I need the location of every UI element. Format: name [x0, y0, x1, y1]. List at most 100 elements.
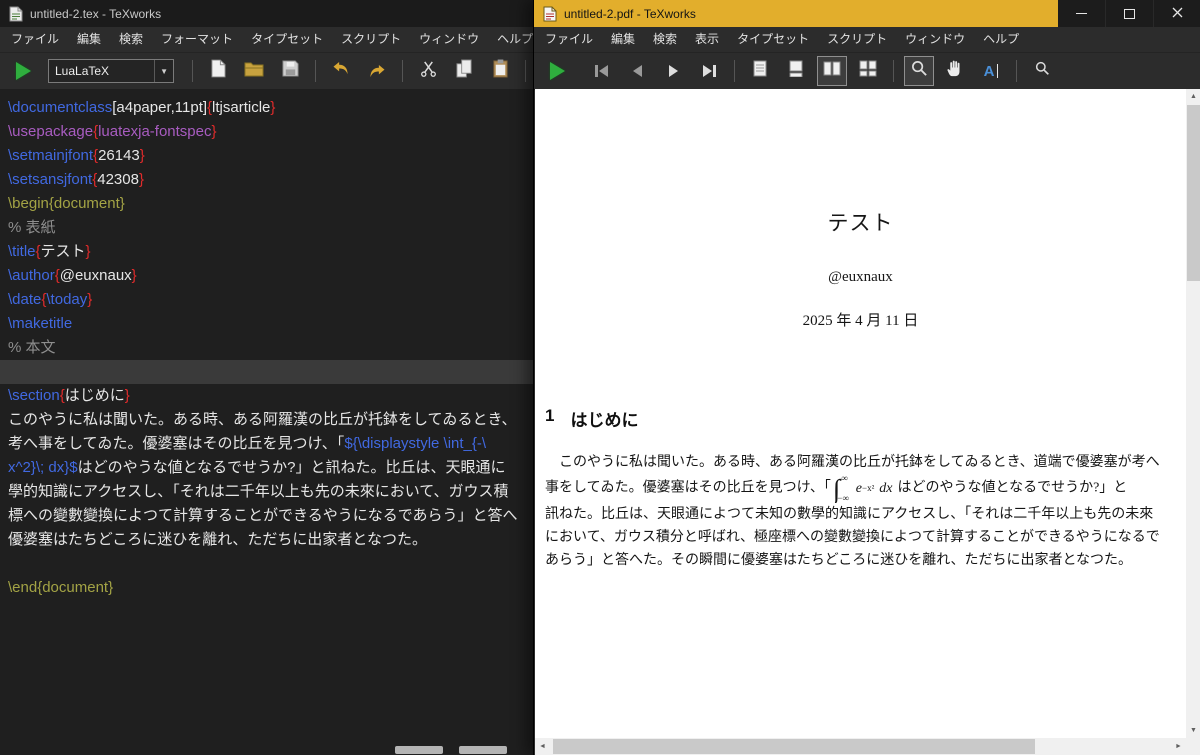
menu-item-0[interactable]: ファイル: [536, 27, 602, 52]
code-token: はどのやうな値となるでせうか?」と訊ねた。比丘は、天眼通に: [77, 459, 506, 476]
menu-item-2[interactable]: 検索: [644, 27, 686, 52]
paragraph-line: において、ガウス積分と呼ばれ、極座標への變數變換によつて計算することができるやう…: [545, 530, 1160, 545]
code-token: }: [270, 99, 276, 116]
paragraph-text: 事をしてゐた。優婆塞はその比丘を見つけ、「: [545, 480, 831, 496]
zoom-tool-button[interactable]: [904, 56, 934, 86]
code-token: }: [138, 171, 144, 188]
first-page-button[interactable]: [586, 56, 616, 86]
horizontal-scroll-thumb[interactable]: [553, 739, 1035, 754]
typeset-run-button[interactable]: [542, 56, 572, 86]
code-token: 學的知識にアクセスし、「それは二千年以上も先の未來において、ガウス積: [8, 483, 509, 500]
maximize-button[interactable]: [1105, 0, 1153, 27]
menu-item-1[interactable]: 編集: [602, 27, 644, 52]
last-page-icon: [702, 65, 712, 77]
pdf-viewport[interactable]: テスト @euxnaux 2025 年 4 月 11 日 1 はじめに このやう…: [535, 89, 1186, 738]
typeset-run-button[interactable]: [8, 56, 38, 86]
texworks-app-icon: [543, 6, 557, 22]
code-token: 優婆塞はたちどころに迷ひを離れ、ただちに出家者となつた。: [8, 531, 427, 548]
horizontal-scrollbar[interactable]: ◄ ►: [535, 738, 1186, 755]
last-page-button[interactable]: [694, 56, 724, 86]
scroll-up-arrow[interactable]: ▲: [1186, 89, 1200, 104]
code-token: \author: [8, 267, 55, 284]
document-paragraph: このやうに私は聞いた。ある時、ある阿羅漢の比丘が托鉢をしてゐるとき、道端で優婆塞…: [545, 451, 1180, 572]
single-page-icon: [753, 60, 767, 82]
find-button[interactable]: [1027, 56, 1057, 86]
open-folder-icon: [244, 61, 264, 82]
code-token: }: [124, 387, 130, 404]
menu-item-1[interactable]: 編集: [68, 27, 110, 52]
redo-icon: [367, 64, 387, 79]
menu-item-6[interactable]: ウィンドウ: [410, 27, 488, 52]
scroll-down-arrow[interactable]: ▼: [1186, 723, 1200, 738]
previous-page-button[interactable]: [622, 56, 652, 86]
menu-item-3[interactable]: 表示: [686, 27, 728, 52]
scissors-icon: [420, 60, 437, 82]
minimize-button[interactable]: [1058, 0, 1105, 27]
pdf-toolbar: A: [534, 53, 1200, 90]
toolbar-separator: [315, 60, 316, 82]
menu-item-6[interactable]: ウィンドウ: [896, 27, 974, 52]
toolbar-separator: [1016, 60, 1017, 82]
text-select-icon: A: [983, 62, 995, 80]
pdf-menubar: ファイル 編集 検索 表示 タイプセット スクリプト ウィンドウ ヘルプ: [534, 27, 1200, 53]
code-token: 42308: [97, 171, 139, 188]
vertical-scrollbar[interactable]: ▲ ▼: [1186, 89, 1200, 738]
single-page-button[interactable]: [745, 56, 775, 86]
pdf-titlebar[interactable]: untitled-2.pdf - TeXworks: [534, 0, 1200, 27]
menu-item-5[interactable]: スクリプト: [818, 27, 896, 52]
play-icon: [549, 62, 565, 80]
open-document-button[interactable]: [239, 56, 269, 86]
code-token: このやうに私は聞いた。ある時、ある阿羅漢の比丘が托鉢をしてゐるとき、: [8, 411, 517, 428]
paragraph-text: はどのやうな値となるでせうか?」と: [897, 480, 1128, 496]
two-page-continuous-icon: [859, 60, 877, 82]
code-token: \end{document}: [8, 579, 114, 596]
scroll-left-arrow[interactable]: ◄: [535, 739, 550, 754]
undo-icon: [331, 61, 351, 81]
toolbar-separator: [525, 60, 526, 82]
menu-item-0[interactable]: ファイル: [2, 27, 68, 52]
undo-button[interactable]: [326, 56, 356, 86]
menu-item-2[interactable]: 検索: [110, 27, 152, 52]
magnifier-icon: [911, 60, 928, 82]
menu-item-7[interactable]: ヘルプ: [974, 27, 1028, 52]
close-icon: [1172, 7, 1183, 21]
pdf-window: untitled-2.pdf - TeXworks ファイル 編集 検索 表示 タイプセ…: [533, 0, 1200, 755]
two-page-continuous-button[interactable]: [853, 56, 883, 86]
document-title: テスト: [827, 211, 894, 235]
continuous-page-button[interactable]: [781, 56, 811, 86]
two-page-button[interactable]: [817, 56, 847, 86]
pdf-window-title: untitled-2.pdf - TeXworks: [564, 6, 696, 21]
document-date: 2025 年 4 月 11 日: [802, 313, 919, 329]
cut-button[interactable]: [413, 56, 443, 86]
new-document-button[interactable]: [203, 56, 233, 86]
menu-item-5[interactable]: スクリプト: [332, 27, 410, 52]
paste-button[interactable]: [485, 56, 515, 86]
code-token: はじめに: [64, 387, 125, 404]
menu-item-3[interactable]: フォーマット: [152, 27, 242, 52]
desktop: untitled-2.tex - TeXworks ファイル 編集 検索 フォーマット…: [0, 0, 1200, 755]
scroll-right-arrow[interactable]: ►: [1171, 739, 1186, 754]
paragraph-line: あらう」と答へた。その瞬間に優婆塞はたちどころに迷ひを離れ、ただちに出家者となつ…: [545, 553, 1133, 568]
next-page-button[interactable]: [658, 56, 688, 86]
engine-label: LuaLaTeX: [55, 64, 110, 78]
text-select-tool-button[interactable]: A: [976, 56, 1006, 86]
code-token: 標への變數變換によつて計算することができるやうになるであらう」と答へ: [8, 507, 518, 524]
new-document-icon: [210, 59, 226, 83]
code-token: }: [139, 147, 145, 164]
code-token: }: [85, 243, 91, 260]
vertical-scroll-thumb[interactable]: [1187, 105, 1200, 281]
code-token: % 表紙: [8, 219, 56, 236]
menu-item-4[interactable]: タイプセット: [242, 27, 332, 52]
engine-selector[interactable]: LuaLaTeX ▼: [48, 59, 174, 83]
code-token: 26143: [98, 147, 140, 164]
code-token: \usepackage: [8, 123, 94, 140]
document-author: @euxnaux: [828, 269, 893, 285]
continuous-page-icon: [789, 60, 803, 82]
code-token: \begin{document}: [8, 195, 125, 212]
close-button[interactable]: [1153, 0, 1200, 27]
hand-tool-button[interactable]: [940, 56, 970, 86]
copy-button[interactable]: [449, 56, 479, 86]
redo-button[interactable]: [362, 56, 392, 86]
menu-item-4[interactable]: タイプセット: [728, 27, 818, 52]
save-button[interactable]: [275, 56, 305, 86]
